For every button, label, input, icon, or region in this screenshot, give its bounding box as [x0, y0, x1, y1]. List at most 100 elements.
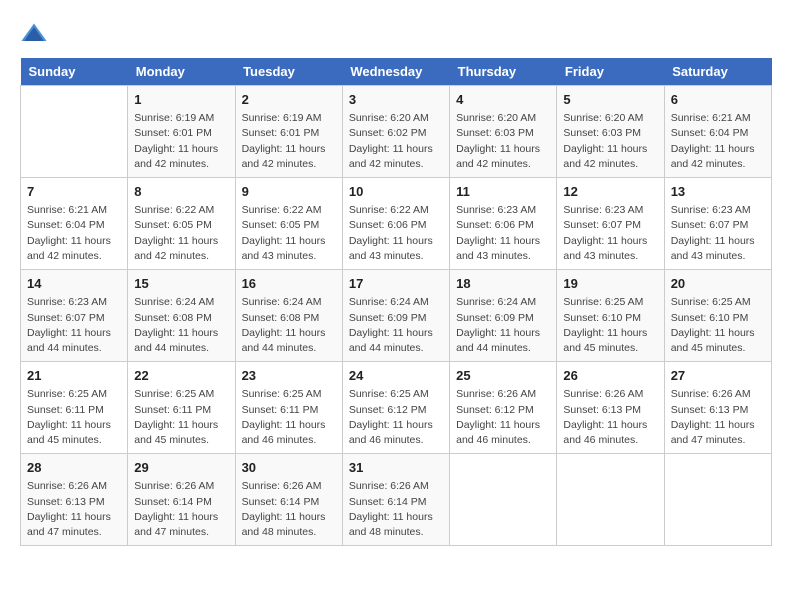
- day-info: Sunrise: 6:23 AM Sunset: 6:07 PM Dayligh…: [671, 203, 765, 264]
- day-number: 22: [134, 367, 228, 385]
- day-number: 19: [563, 275, 657, 293]
- calendar-cell: 20Sunrise: 6:25 AM Sunset: 6:10 PM Dayli…: [664, 270, 771, 362]
- calendar-cell: 29 Sunrise: 6:26 AM Sunset: 6:14 PM Dayli…: [128, 454, 235, 546]
- day-number: 6: [671, 91, 765, 109]
- day-number: 21: [27, 367, 121, 385]
- weekday-header-saturday: Saturday: [664, 58, 771, 86]
- day-info: Sunrise: 6:25 AM Sunset: 6:10 PM Dayligh…: [563, 295, 657, 356]
- day-info: Sunrise: 6:26 AM Sunset: 6:13 PM Dayligh…: [671, 387, 765, 448]
- day-info: Sunrise: 6:26 AM Sunset: 6:12 PM Dayligh…: [456, 387, 550, 448]
- calendar-cell: 19 Sunrise: 6:25 AM Sunset: 6:10 PM Dayli…: [557, 270, 664, 362]
- day-number: 4: [456, 91, 550, 109]
- calendar-cell: 21 Sunrise: 6:25 AM Sunset: 6:11 PM Dayli…: [21, 362, 128, 454]
- day-info: Sunrise: 6:24 AM Sunset: 6:08 PM Dayligh…: [242, 295, 336, 356]
- day-info: Sunrise: 6:26 AM Sunset: 6:14 PM Dayligh…: [134, 479, 228, 540]
- day-number: 1: [134, 91, 228, 109]
- calendar-week-row: 7 Sunrise: 6:21 AM Sunset: 6:04 PM Daylig…: [21, 178, 772, 270]
- calendar-cell: 2 Sunrise: 6:19 AM Sunset: 6:01 PM Daylig…: [235, 86, 342, 178]
- logo-icon: [20, 20, 48, 48]
- day-number: 23: [242, 367, 336, 385]
- day-info: Sunrise: 6:23 AM Sunset: 6:07 PM Dayligh…: [27, 295, 121, 356]
- calendar-cell: 13Sunrise: 6:23 AM Sunset: 6:07 PM Dayli…: [664, 178, 771, 270]
- calendar-week-row: 1 Sunrise: 6:19 AM Sunset: 6:01 PM Daylig…: [21, 86, 772, 178]
- day-number: 5: [563, 91, 657, 109]
- day-info: Sunrise: 6:25 AM Sunset: 6:11 PM Dayligh…: [242, 387, 336, 448]
- calendar-cell: 3Sunrise: 6:20 AM Sunset: 6:02 PM Daylig…: [342, 86, 449, 178]
- day-number: 10: [349, 183, 443, 201]
- day-info: Sunrise: 6:22 AM Sunset: 6:05 PM Dayligh…: [134, 203, 228, 264]
- day-info: Sunrise: 6:21 AM Sunset: 6:04 PM Dayligh…: [27, 203, 121, 264]
- day-number: 18: [456, 275, 550, 293]
- day-number: 11: [456, 183, 550, 201]
- day-number: 8: [134, 183, 228, 201]
- calendar-table: SundayMondayTuesdayWednesdayThursdayFrid…: [20, 58, 772, 546]
- calendar-cell: 18Sunrise: 6:24 AM Sunset: 6:09 PM Dayli…: [450, 270, 557, 362]
- day-number: 24: [349, 367, 443, 385]
- calendar-cell: 31 Sunrise: 6:26 AM Sunset: 6:14 PM Dayli…: [342, 454, 449, 546]
- calendar-body: 1 Sunrise: 6:19 AM Sunset: 6:01 PM Daylig…: [21, 86, 772, 546]
- calendar-cell: 4 Sunrise: 6:20 AM Sunset: 6:03 PM Daylig…: [450, 86, 557, 178]
- day-info: Sunrise: 6:22 AM Sunset: 6:06 PM Dayligh…: [349, 203, 443, 264]
- day-number: 25: [456, 367, 550, 385]
- day-info: Sunrise: 6:22 AM Sunset: 6:05 PM Dayligh…: [242, 203, 336, 264]
- day-number: 9: [242, 183, 336, 201]
- calendar-cell: [450, 454, 557, 546]
- calendar-cell: [664, 454, 771, 546]
- day-info: Sunrise: 6:23 AM Sunset: 6:06 PM Dayligh…: [456, 203, 550, 264]
- day-number: 30: [242, 459, 336, 477]
- day-info: Sunrise: 6:26 AM Sunset: 6:13 PM Dayligh…: [563, 387, 657, 448]
- day-info: Sunrise: 6:19 AM Sunset: 6:01 PM Dayligh…: [134, 111, 228, 172]
- calendar-header: SundayMondayTuesdayWednesdayThursdayFrid…: [21, 58, 772, 86]
- logo: [20, 20, 52, 48]
- calendar-cell: [21, 86, 128, 178]
- day-number: 31: [349, 459, 443, 477]
- day-number: 29: [134, 459, 228, 477]
- calendar-cell: 16 Sunrise: 6:24 AM Sunset: 6:08 PM Dayli…: [235, 270, 342, 362]
- day-number: 15: [134, 275, 228, 293]
- weekday-header-wednesday: Wednesday: [342, 58, 449, 86]
- calendar-cell: 14 Sunrise: 6:23 AM Sunset: 6:07 PM Dayli…: [21, 270, 128, 362]
- day-info: Sunrise: 6:20 AM Sunset: 6:03 PM Dayligh…: [456, 111, 550, 172]
- calendar-cell: 26 Sunrise: 6:26 AM Sunset: 6:13 PM Dayli…: [557, 362, 664, 454]
- calendar-cell: 22 Sunrise: 6:25 AM Sunset: 6:11 PM Dayli…: [128, 362, 235, 454]
- calendar-cell: 25 Sunrise: 6:26 AM Sunset: 6:12 PM Dayli…: [450, 362, 557, 454]
- calendar-cell: 1 Sunrise: 6:19 AM Sunset: 6:01 PM Daylig…: [128, 86, 235, 178]
- calendar-cell: 6 Sunrise: 6:21 AM Sunset: 6:04 PM Daylig…: [664, 86, 771, 178]
- weekday-header-monday: Monday: [128, 58, 235, 86]
- day-number: 7: [27, 183, 121, 201]
- calendar-cell: 7 Sunrise: 6:21 AM Sunset: 6:04 PM Daylig…: [21, 178, 128, 270]
- calendar-week-row: 21 Sunrise: 6:25 AM Sunset: 6:11 PM Dayli…: [21, 362, 772, 454]
- day-info: Sunrise: 6:25 AM Sunset: 6:11 PM Dayligh…: [27, 387, 121, 448]
- weekday-header-friday: Friday: [557, 58, 664, 86]
- day-info: Sunrise: 6:26 AM Sunset: 6:14 PM Dayligh…: [242, 479, 336, 540]
- calendar-cell: 17 Sunrise: 6:24 AM Sunset: 6:09 PM Dayli…: [342, 270, 449, 362]
- day-info: Sunrise: 6:25 AM Sunset: 6:11 PM Dayligh…: [134, 387, 228, 448]
- calendar-cell: 11 Sunrise: 6:23 AM Sunset: 6:06 PM Dayli…: [450, 178, 557, 270]
- day-info: Sunrise: 6:26 AM Sunset: 6:14 PM Dayligh…: [349, 479, 443, 540]
- calendar-cell: 10 Sunrise: 6:22 AM Sunset: 6:06 PM Dayli…: [342, 178, 449, 270]
- calendar-cell: [557, 454, 664, 546]
- day-info: Sunrise: 6:24 AM Sunset: 6:09 PM Dayligh…: [349, 295, 443, 356]
- calendar-cell: 15 Sunrise: 6:24 AM Sunset: 6:08 PM Dayli…: [128, 270, 235, 362]
- day-number: 16: [242, 275, 336, 293]
- calendar-week-row: 28Sunrise: 6:26 AM Sunset: 6:13 PM Dayli…: [21, 454, 772, 546]
- calendar-cell: 27 Sunrise: 6:26 AM Sunset: 6:13 PM Dayli…: [664, 362, 771, 454]
- calendar-cell: 8 Sunrise: 6:22 AM Sunset: 6:05 PM Daylig…: [128, 178, 235, 270]
- day-number: 28: [27, 459, 121, 477]
- day-number: 27: [671, 367, 765, 385]
- day-info: Sunrise: 6:21 AM Sunset: 6:04 PM Dayligh…: [671, 111, 765, 172]
- weekday-header-tuesday: Tuesday: [235, 58, 342, 86]
- day-info: Sunrise: 6:23 AM Sunset: 6:07 PM Dayligh…: [563, 203, 657, 264]
- day-number: 26: [563, 367, 657, 385]
- day-number: 14: [27, 275, 121, 293]
- day-number: 2: [242, 91, 336, 109]
- day-info: Sunrise: 6:19 AM Sunset: 6:01 PM Dayligh…: [242, 111, 336, 172]
- day-number: 17: [349, 275, 443, 293]
- day-info: Sunrise: 6:20 AM Sunset: 6:02 PM Dayligh…: [349, 111, 443, 172]
- calendar-cell: 30 Sunrise: 6:26 AM Sunset: 6:14 PM Dayli…: [235, 454, 342, 546]
- calendar-cell: 12Sunrise: 6:23 AM Sunset: 6:07 PM Dayli…: [557, 178, 664, 270]
- day-info: Sunrise: 6:24 AM Sunset: 6:08 PM Dayligh…: [134, 295, 228, 356]
- calendar-cell: 24Sunrise: 6:25 AM Sunset: 6:12 PM Dayli…: [342, 362, 449, 454]
- calendar-cell: 9 Sunrise: 6:22 AM Sunset: 6:05 PM Daylig…: [235, 178, 342, 270]
- day-info: Sunrise: 6:25 AM Sunset: 6:10 PM Dayligh…: [671, 295, 765, 356]
